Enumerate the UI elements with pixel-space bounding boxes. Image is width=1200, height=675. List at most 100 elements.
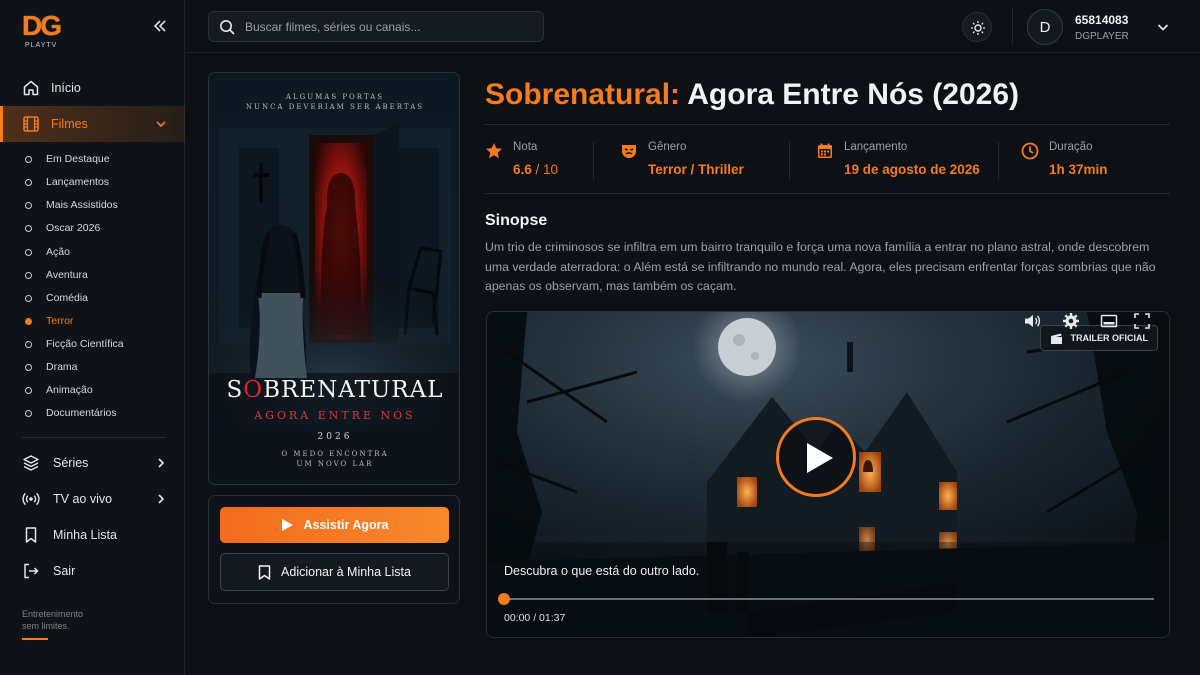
rating-max: / 10 [531, 162, 559, 177]
bullet-icon [25, 248, 32, 256]
genre-value: Terror / Thriller [648, 162, 744, 177]
logo-subtext: PLAYTV [25, 42, 58, 49]
submenu-item-label: Aventura [46, 269, 88, 281]
sidebar-item-label: Filmes [51, 117, 88, 131]
theater-mask-icon [622, 145, 636, 158]
sidebar-item-minha-lista[interactable]: Minha Lista [0, 517, 185, 553]
play-icon [281, 519, 293, 531]
tagline-line-1: Entretenimento [22, 609, 84, 619]
bullet-icon [25, 178, 32, 186]
meta-separator [593, 142, 594, 180]
sidebar-tagline: Entretenimento sem limites. [22, 608, 83, 632]
submenu-item-terror[interactable]: Terror [0, 311, 185, 331]
bullet-icon [25, 201, 32, 209]
search-icon [220, 20, 235, 35]
calendar-icon [818, 143, 832, 158]
bookmark-icon [258, 564, 271, 580]
search-input[interactable] [245, 17, 535, 37]
sidebar-item-label: TV ao vivo [53, 492, 113, 506]
fullscreen-icon[interactable] [1133, 312, 1151, 330]
sidebar-item-sair[interactable]: Sair [0, 553, 185, 589]
user-id: 65814083 [1075, 13, 1129, 27]
settings-gear-icon[interactable] [1062, 312, 1080, 330]
sidebar-item-tv-ao-vivo[interactable]: TV ao vivo [0, 481, 185, 517]
submenu-item-label: Terror [46, 315, 74, 327]
submenu-item-label: Drama [46, 361, 78, 373]
sidebar-divider [22, 437, 166, 438]
watch-now-button[interactable]: Assistir Agora [220, 507, 449, 543]
user-name: DGPLAYER [1075, 31, 1129, 42]
dg-playtv-logo[interactable]: DG PLAYTV [22, 12, 68, 54]
rating-score: 6.6 [513, 162, 532, 177]
star-icon [486, 143, 502, 159]
release-label: Lançamento [844, 141, 908, 153]
progress-handle[interactable] [498, 593, 510, 605]
collapse-sidebar-button[interactable] [150, 16, 170, 36]
film-icon [23, 116, 39, 132]
submenu-item-label: Oscar 2026 [46, 222, 101, 234]
submenu-item-acao[interactable]: Ação [0, 242, 185, 262]
search-box[interactable] [208, 11, 544, 42]
clapperboard-icon [1050, 333, 1062, 344]
play-icon [807, 443, 833, 473]
chevron-right-icon [158, 458, 165, 468]
submenu-item-animacao[interactable]: Animação [0, 380, 185, 400]
page-title: Sobrenatural: Agora Entre Nós (2026) [485, 78, 1019, 112]
submenu-item-drama[interactable]: Drama [0, 357, 185, 377]
poster-top-line-2: NUNCA DEVERIAM SER ABERTAS [245, 103, 425, 111]
submenu-item-label: Ação [46, 246, 70, 258]
sidebar: DG PLAYTV Início Filmes Em Destaque Lanç… [0, 0, 185, 675]
trailer-play-button[interactable] [776, 417, 856, 497]
poster-title-rest: BRENATURAL [263, 377, 444, 403]
layers-icon [23, 455, 39, 471]
submenu-item-aventura[interactable]: Aventura [0, 265, 185, 285]
sidebar-item-inicio[interactable]: Início [0, 70, 185, 106]
bullet-icon [25, 155, 32, 163]
header-divider [1012, 8, 1013, 45]
avatar[interactable]: D [1027, 9, 1063, 45]
chevron-down-icon [156, 121, 166, 128]
bullet-icon [25, 340, 32, 348]
bullet-icon [25, 317, 32, 325]
sidebar-item-label: Início [51, 81, 81, 95]
meta-divider-top [485, 124, 1170, 125]
submenu-item-oscar-2026[interactable]: Oscar 2026 [0, 218, 185, 238]
sun-icon [971, 21, 985, 35]
submenu-item-label: Comédia [46, 292, 89, 304]
poster-title: SOBRENATURAL [209, 377, 459, 403]
submenu-item-label: Em Destaque [46, 153, 110, 165]
sidebar-item-label: Minha Lista [53, 528, 117, 542]
sidebar-item-series[interactable]: Séries [0, 445, 185, 481]
bookmark-icon [25, 527, 37, 543]
title-rest: Agora Entre Nós (2026) [680, 78, 1020, 111]
submenu-item-comedia[interactable]: Comédia [0, 288, 185, 308]
theater-mode-icon[interactable] [1100, 312, 1118, 330]
submenu-item-ficcao-cientifica[interactable]: Ficção Científica [0, 334, 185, 354]
title-accent: Sobrenatural: [485, 78, 681, 111]
poster-subtitle: AGORA ENTRE NÓS [254, 409, 416, 422]
trailer-progress-bar[interactable] [498, 593, 1154, 605]
poster-tagline-bottom: O MEDO ENCONTRA UM NOVO LAR [209, 449, 459, 469]
bullet-icon [25, 271, 32, 279]
user-menu-chevron-down-icon[interactable] [1156, 20, 1170, 34]
submenu-item-mais-assistidos[interactable]: Mais Assistidos [0, 195, 185, 215]
logout-icon [24, 563, 39, 579]
synopsis-text: Um trio de criminosos se infiltra em um … [485, 240, 1156, 293]
submenu-item-label: Documentários [46, 407, 117, 419]
theme-toggle-button[interactable] [962, 12, 992, 42]
add-to-list-button[interactable]: Adicionar à Minha Lista [220, 553, 449, 591]
trailer-player[interactable]: TRAILER OFICIAL Descubra o que está do o… [486, 311, 1170, 638]
poster-title-o: O [243, 377, 264, 403]
meta-separator [789, 142, 790, 180]
poster-top-line-1: ALGUMAS PORTAS [285, 93, 385, 101]
volume-icon[interactable] [1023, 312, 1041, 330]
home-icon [23, 80, 39, 96]
sidebar-item-filmes[interactable]: Filmes [0, 106, 185, 142]
rating-label: Nota [513, 141, 538, 153]
chevron-right-icon [158, 494, 165, 504]
submenu-item-em-destaque[interactable]: Em Destaque [0, 149, 185, 169]
meta-divider-bottom [485, 193, 1170, 194]
submenu-item-lancamentos[interactable]: Lançamentos [0, 172, 185, 192]
submenu-item-documentarios[interactable]: Documentários [0, 403, 185, 423]
meta-separator [998, 142, 999, 180]
